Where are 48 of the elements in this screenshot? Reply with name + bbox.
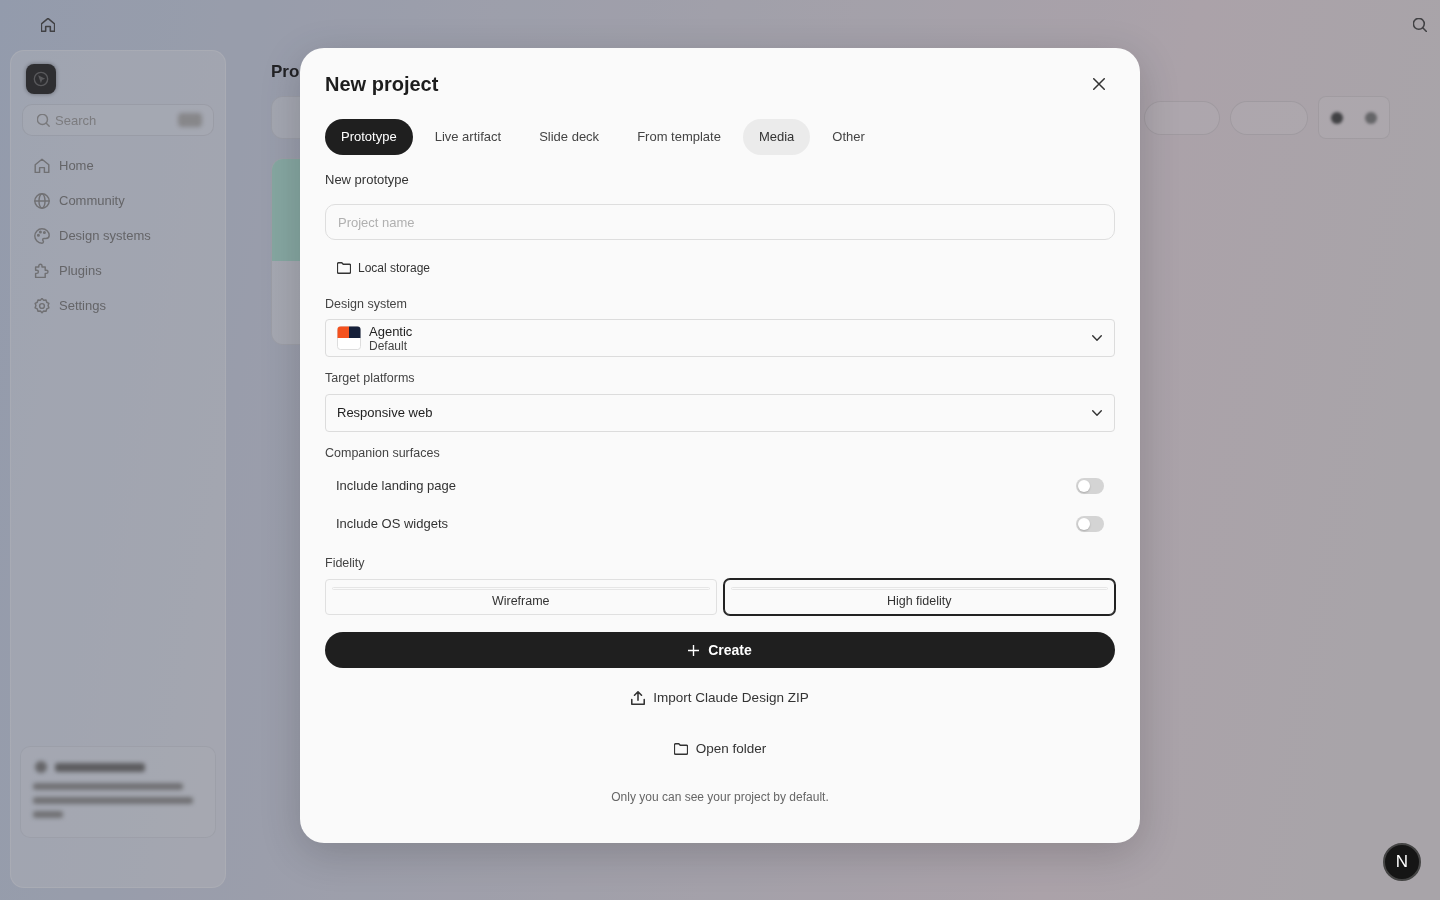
field-label: Target platforms (325, 370, 416, 387)
option-label: Include OS widgets (336, 515, 448, 534)
close-icon (1093, 78, 1105, 90)
plus-icon (688, 644, 700, 656)
tab[interactable]: Prototype (325, 119, 413, 155)
chevron-down-icon (1092, 333, 1102, 343)
app-logo-icon (26, 64, 56, 94)
fidelity-option[interactable]: High fidelity (723, 579, 1115, 615)
privacy-note: Only you can see your project by default. (610, 789, 830, 806)
field-label: Companion surfaces (325, 445, 441, 462)
dev-indicator-button[interactable]: N (1383, 843, 1421, 881)
home-icon (34, 157, 50, 174)
upload-icon (631, 691, 646, 705)
blurred-icon (1364, 110, 1378, 125)
search-icon (37, 114, 50, 127)
open-folder-button[interactable]: Open folder (667, 733, 773, 765)
color-swatch-icon (337, 326, 361, 350)
design-system-select[interactable]: Agentic Default (325, 319, 1115, 357)
folder-icon (673, 742, 688, 756)
create-button[interactable]: Create (325, 632, 1115, 668)
section-heading: New prototype (325, 171, 410, 189)
tab[interactable]: Other (816, 119, 881, 155)
tab[interactable]: Media (742, 119, 811, 155)
toggle-switch[interactable] (1076, 516, 1104, 532)
puzzle-icon (34, 262, 50, 279)
toggle-switch[interactable] (1076, 478, 1104, 494)
chevron-down-icon (1092, 408, 1102, 418)
project-name-field[interactable]: Project name (325, 204, 1115, 240)
field-label: Fidelity (325, 555, 366, 572)
tab[interactable]: From template (621, 119, 737, 155)
folder-icon (337, 261, 351, 275)
fidelity-option[interactable]: Wireframe (325, 579, 717, 615)
dialog-title: New project (325, 72, 439, 97)
search-icon (1413, 18, 1427, 32)
gear-icon (34, 297, 50, 314)
option-label: Include landing page (336, 477, 456, 496)
globe-icon (34, 192, 50, 209)
palette-icon (34, 227, 50, 244)
storage-location-button[interactable]: Local storage (325, 256, 431, 280)
home-icon (41, 18, 55, 32)
field-label: Design system (325, 296, 408, 313)
blurred-icon (1330, 110, 1344, 125)
shortcut-key-badge (178, 113, 202, 127)
tab[interactable]: Slide deck (523, 119, 616, 155)
tab[interactable]: Live artifact (418, 119, 518, 155)
page-title: Pro (271, 61, 300, 83)
import-button[interactable]: Import Claude Design ZIP (625, 682, 815, 714)
target-platform-select[interactable]: Responsive web (325, 394, 1115, 432)
